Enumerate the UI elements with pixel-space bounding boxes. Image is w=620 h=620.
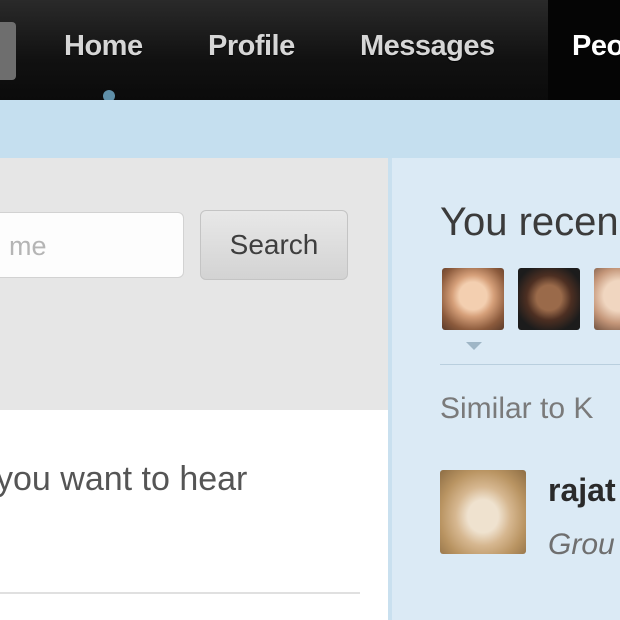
sidebar-divider xyxy=(440,364,620,365)
recent-heading: You recen xyxy=(440,200,619,244)
page: Home Profile Messages Peo me Search you … xyxy=(0,0,620,620)
suggestion-subtitle: Grou xyxy=(548,528,615,561)
search-button[interactable]: Search xyxy=(200,210,348,280)
search-panel xyxy=(0,158,388,410)
avatar-pointer-icon xyxy=(466,342,482,350)
prompt-text: you want to hear xyxy=(0,460,248,498)
header-strip xyxy=(0,100,620,158)
recent-avatar-2[interactable] xyxy=(518,268,580,330)
suggestion-avatar[interactable] xyxy=(440,470,526,554)
main-content xyxy=(0,410,388,620)
nav-home[interactable]: Home xyxy=(64,30,143,63)
search-input[interactable]: me xyxy=(0,212,184,278)
similar-heading: Similar to K xyxy=(440,392,594,425)
suggestion-name[interactable]: rajat xyxy=(548,472,616,509)
content-divider xyxy=(0,592,360,594)
nav-people[interactable]: Peo xyxy=(572,30,620,63)
nav-left-button[interactable] xyxy=(0,22,16,80)
nav-profile[interactable]: Profile xyxy=(208,30,295,63)
nav-messages[interactable]: Messages xyxy=(360,30,495,63)
recent-avatar-3[interactable] xyxy=(594,268,620,330)
recent-avatar-1[interactable] xyxy=(442,268,504,330)
top-nav-bar: Home Profile Messages Peo xyxy=(0,0,620,102)
